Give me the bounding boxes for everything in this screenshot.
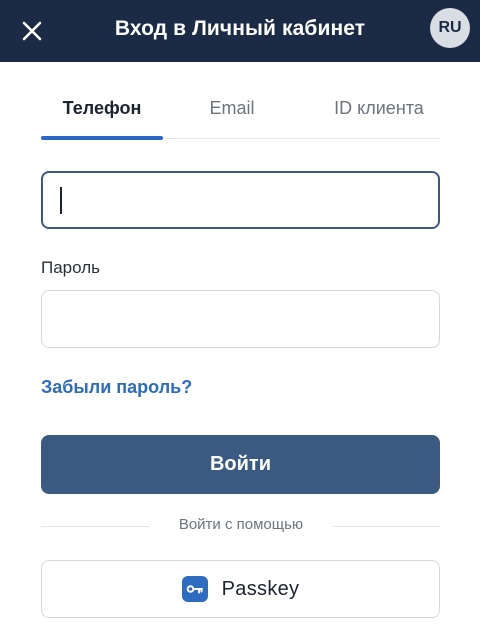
divider-left	[41, 526, 149, 527]
header-bar: Вход в Личный кабинет RU	[0, 0, 480, 62]
page-title: Вход в Личный кабинет	[114, 17, 366, 40]
divider-right	[333, 526, 440, 527]
tab-client-id[interactable]: ID клиента	[309, 84, 449, 136]
phone-input[interactable]	[43, 173, 438, 227]
login-screen: Вход в Личный кабинет RU Телефон Email I…	[0, 0, 480, 638]
alt-login-label: Войти с помощью	[178, 516, 304, 533]
active-tab-indicator	[41, 136, 163, 140]
login-button[interactable]: Войти	[41, 435, 440, 494]
passkey-label: Passkey	[221, 577, 300, 600]
language-button[interactable]: RU	[430, 8, 470, 48]
text-caret	[60, 187, 62, 214]
tab-email[interactable]: Email	[181, 84, 283, 136]
phone-field-container	[41, 171, 440, 229]
password-field-container	[41, 290, 440, 348]
passkey-button[interactable]: Passkey	[41, 560, 440, 618]
password-label: Пароль	[41, 258, 100, 277]
key-icon	[181, 576, 208, 602]
password-input[interactable]	[42, 291, 439, 347]
forgot-password-link[interactable]: Забыли пароль?	[41, 377, 192, 398]
tab-phone[interactable]: Телефон	[41, 84, 163, 136]
login-method-tabs: Телефон Email ID клиента	[41, 84, 440, 140]
